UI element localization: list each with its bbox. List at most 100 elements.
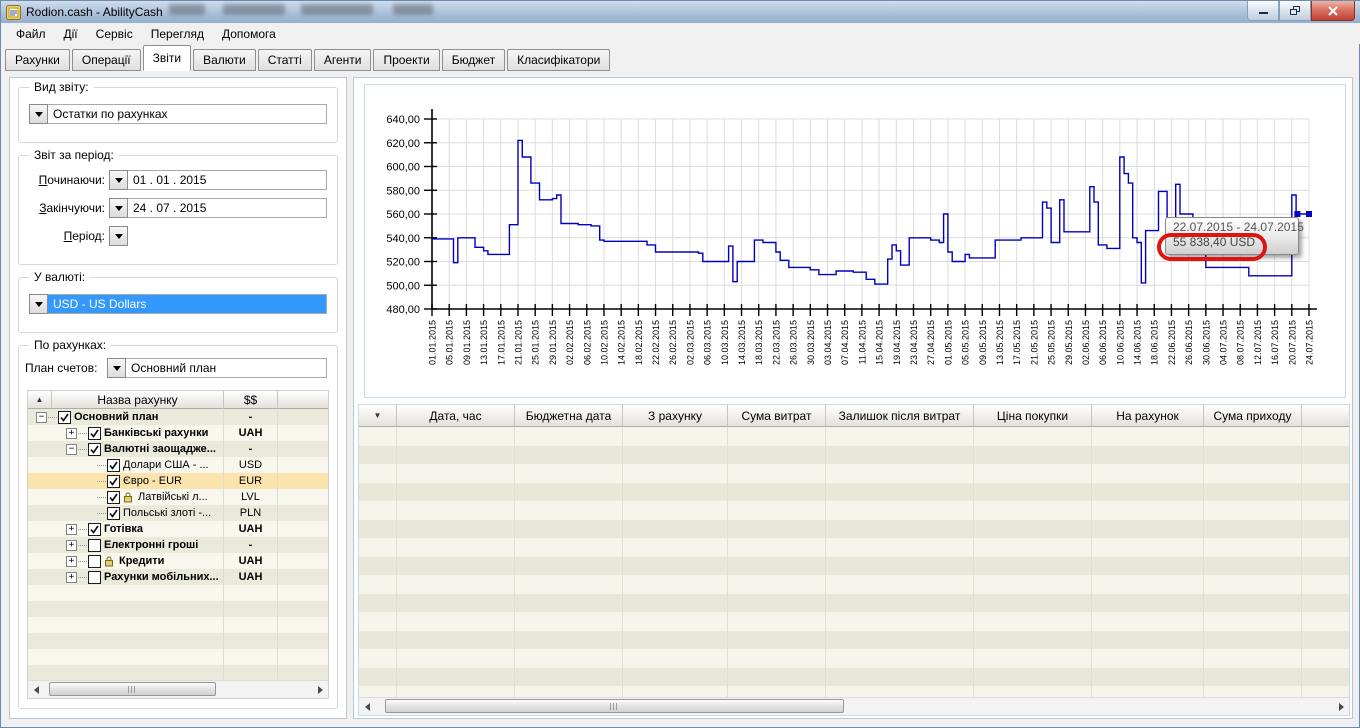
period-start-value[interactable]: 01 . 01 . 2015: [128, 170, 327, 190]
checkbox-checked[interactable]: [88, 427, 101, 440]
tree-horizontal-scrollbar[interactable]: [28, 680, 328, 698]
checkbox-checked[interactable]: [107, 475, 120, 488]
close-button[interactable]: [1311, 1, 1355, 21]
checkbox-checked[interactable]: [88, 523, 101, 536]
tab-6[interactable]: Агенти: [314, 49, 372, 71]
period-end-value[interactable]: 24 . 07 . 2015: [128, 198, 327, 218]
table-header-2[interactable]: Бюджетна дата: [515, 405, 623, 427]
tree-row--[interactable]: −Основний план-: [28, 409, 328, 425]
tree-currency-header[interactable]: $$: [224, 391, 278, 409]
currency-dropdown-button[interactable]: [29, 294, 48, 314]
table-header-4[interactable]: Сума витрат: [728, 405, 826, 427]
checkbox-checked[interactable]: [58, 411, 71, 424]
selected-point-marker[interactable]: [1306, 211, 1312, 217]
tree-row--[interactable]: +Банківські рахункиUAH: [28, 425, 328, 441]
report-type-dropdown-button[interactable]: [29, 104, 48, 124]
tree-scroll-left-arrow[interactable]: [28, 681, 44, 698]
checkbox-checked[interactable]: [107, 491, 120, 504]
checkbox-checked[interactable]: [107, 507, 120, 520]
table-cell: [359, 594, 397, 613]
period-start-dropdown-button[interactable]: [109, 170, 128, 190]
table-cell: [974, 631, 1092, 650]
table-scroll-right-arrow[interactable]: [1333, 698, 1349, 715]
table-cell: [1302, 575, 1349, 594]
table-header-1[interactable]: Дата, час: [397, 405, 515, 427]
collapse-icon[interactable]: −: [66, 444, 77, 455]
tree-scroll-track[interactable]: [44, 681, 312, 698]
menu-item-3[interactable]: Сервіс: [87, 25, 142, 43]
table-row: [359, 686, 1349, 697]
expand-icon[interactable]: +: [66, 556, 77, 567]
tab-8[interactable]: Бюджет: [442, 49, 505, 71]
tree-filler-cell: [278, 617, 328, 633]
plan-dropdown-button[interactable]: [107, 358, 126, 378]
tab-4[interactable]: Валюти: [193, 49, 256, 71]
tree-row-name-cell: +Електронні гроші: [28, 537, 224, 553]
tree-row--[interactable]: Латвійські л...LVL: [28, 489, 328, 505]
tree-row--[interactable]: +КредитиUAH: [28, 553, 328, 569]
menu-item-2[interactable]: Дії: [55, 25, 87, 43]
table-scroll-thumb[interactable]: [385, 699, 845, 713]
tab-9[interactable]: Класифікатори: [507, 49, 610, 71]
tab-3[interactable]: Звіти: [143, 45, 192, 71]
tree-row--eur[interactable]: Євро - EUREUR: [28, 473, 328, 489]
table-cell: [826, 631, 974, 650]
menu-item-5[interactable]: Допомога: [213, 25, 285, 43]
table-header-3[interactable]: З рахунку: [623, 405, 728, 427]
table-sort-header[interactable]: ▼: [359, 405, 397, 427]
tree-row--[interactable]: Польські злоті -...PLN: [28, 505, 328, 521]
tree-sort-header[interactable]: ▲: [28, 391, 52, 409]
expand-icon[interactable]: +: [66, 428, 77, 439]
table-horizontal-scrollbar[interactable]: [359, 697, 1349, 715]
checkbox-unchecked[interactable]: [88, 539, 101, 552]
tree-scroll-right-arrow[interactable]: [312, 681, 328, 698]
table-cell: [515, 668, 623, 687]
tree-row--[interactable]: +Рахунки мобільних...UAH: [28, 569, 328, 585]
table-row: [359, 446, 1349, 465]
table-cell: [1302, 594, 1349, 613]
tree-scroll-thumb[interactable]: [49, 682, 215, 696]
table-cell: [826, 446, 974, 465]
tree-row--[interactable]: +ГотівкаUAH: [28, 521, 328, 537]
report-type-value[interactable]: Остатки по рахунках: [48, 104, 327, 124]
restore-button[interactable]: [1279, 1, 1311, 21]
tree-row--[interactable]: −Валютні заощадже...-: [28, 441, 328, 457]
arrow-right-icon: [1339, 703, 1344, 711]
table-header-7[interactable]: На рахунок: [1092, 405, 1204, 427]
titlebar[interactable]: Rodion.cash - AbilityCash: [1, 1, 1360, 23]
period-end-dropdown-button[interactable]: [109, 198, 128, 218]
x-tick-label: 06.03.2015: [703, 320, 713, 365]
tree-name-header[interactable]: Назва рахунку: [52, 391, 224, 409]
expand-icon[interactable]: +: [66, 524, 77, 535]
tab-1[interactable]: Рахунки: [5, 49, 70, 71]
checkbox-unchecked[interactable]: [88, 555, 101, 568]
menu-item-4[interactable]: Перегляд: [142, 25, 213, 43]
tab-2[interactable]: Операції: [72, 49, 141, 71]
table-row: [359, 501, 1349, 520]
checkbox-checked[interactable]: [88, 443, 101, 456]
table-scroll-left-arrow[interactable]: [359, 698, 375, 715]
table-cell: [1204, 668, 1302, 687]
tree-filler-cell: [278, 633, 328, 649]
tab-7[interactable]: Проекти: [373, 49, 439, 71]
period-preset-dropdown-button[interactable]: [109, 226, 128, 246]
table-header-8[interactable]: Сума приходу: [1204, 405, 1302, 427]
balance-chart[interactable]: 640,00620,00600,00580,00560,00540,00520,…: [364, 84, 1346, 398]
minimize-button[interactable]: [1247, 1, 1279, 21]
plan-value[interactable]: Основний план: [126, 358, 327, 378]
table-header-5[interactable]: Залишок після витрат: [826, 405, 974, 427]
checkbox-checked[interactable]: [107, 459, 120, 472]
tab-5[interactable]: Статті: [258, 49, 312, 71]
table-scroll-track[interactable]: [375, 698, 1333, 715]
expand-icon[interactable]: +: [66, 572, 77, 583]
collapse-icon[interactable]: −: [36, 412, 47, 423]
checkbox-unchecked[interactable]: [88, 571, 101, 584]
x-tick-label: 03.04.2015: [823, 320, 833, 365]
tree-row--[interactable]: +Електронні гроші-: [28, 537, 328, 553]
tree-row--[interactable]: Долари США - ...USD: [28, 457, 328, 473]
table-cell: [359, 557, 397, 576]
menu-item-1[interactable]: Файл: [7, 25, 55, 43]
expand-icon[interactable]: +: [66, 540, 77, 551]
table-header-6[interactable]: Ціна покупки: [974, 405, 1092, 427]
currency-value[interactable]: USD - US Dollars: [48, 294, 327, 314]
